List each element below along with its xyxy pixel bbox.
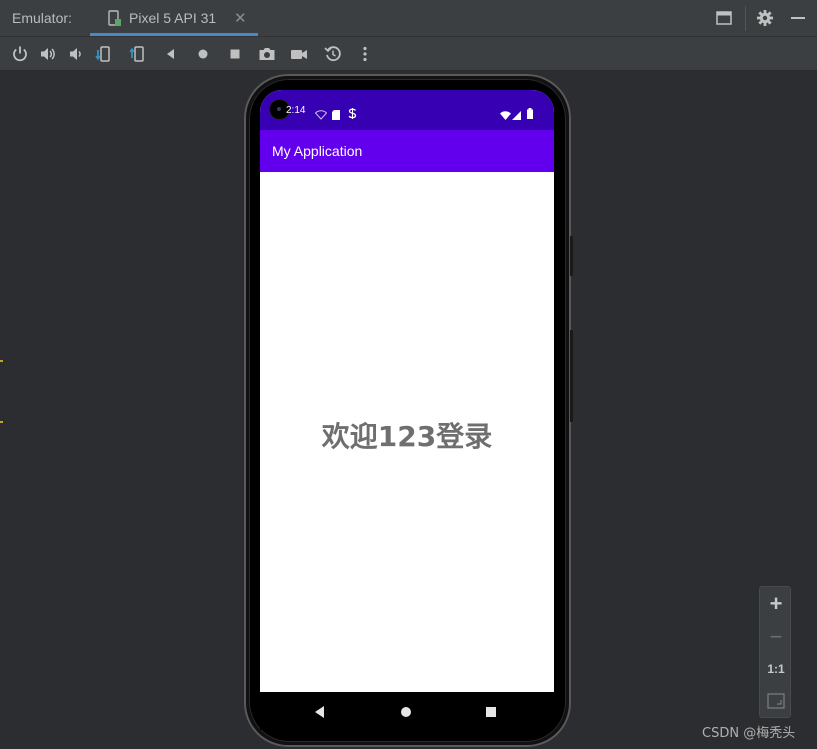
android-status-bar: 2:14 <box>260 90 554 130</box>
back-icon[interactable] <box>162 45 180 63</box>
emulator-title: Emulator: <box>12 10 72 26</box>
volume-down-icon[interactable] <box>67 45 85 63</box>
actual-size-button[interactable]: 1:1 <box>760 662 792 676</box>
active-tab-indicator <box>90 33 258 36</box>
app-bar: My Application <box>260 130 554 172</box>
power-icon[interactable] <box>11 45 29 63</box>
wifi-icon <box>500 105 511 124</box>
battery-icon <box>527 104 533 123</box>
snapshot-icon[interactable] <box>324 45 342 63</box>
gutter-mark <box>0 360 3 362</box>
screenshot-icon[interactable] <box>258 45 276 63</box>
close-icon[interactable]: ✕ <box>234 9 247 27</box>
watermark: CSDN @梅秃头 <box>702 726 796 741</box>
wifi-off-icon <box>314 105 328 124</box>
gear-icon[interactable] <box>756 9 774 27</box>
app-content: 欢迎123登录 <box>260 172 554 692</box>
emulator-toolbar <box>0 37 817 71</box>
status-time: 2:14 <box>286 105 306 116</box>
fit-to-window-icon[interactable] <box>767 693 785 713</box>
emulator-tab-bar: Emulator: Pixel 5 API 31 ✕ <box>0 0 817 37</box>
gutter-mark <box>0 421 3 423</box>
rotate-right-icon[interactable] <box>129 45 147 63</box>
minimize-icon[interactable] <box>789 9 807 27</box>
screen-record-icon[interactable] <box>290 45 308 63</box>
tab-label: Pixel 5 API 31 <box>129 10 217 26</box>
rotate-left-icon[interactable] <box>95 45 113 63</box>
sd-card-icon <box>332 105 341 124</box>
volume-up-icon[interactable] <box>39 45 57 63</box>
device-icon <box>108 10 122 27</box>
home-icon[interactable] <box>194 45 212 63</box>
device-screen[interactable]: 2:14 My Application 欢迎123登录 <box>260 90 554 692</box>
zoom-in-button[interactable]: + <box>760 591 792 617</box>
signal-icon <box>512 105 521 124</box>
more-icon[interactable] <box>356 45 374 63</box>
nav-overview-icon[interactable] <box>484 704 498 718</box>
overview-icon[interactable] <box>226 45 244 63</box>
welcome-text: 欢迎123登录 <box>321 420 493 453</box>
toolbar-separator <box>745 6 746 31</box>
window-layout-icon[interactable] <box>715 9 733 27</box>
zoom-out-button[interactable]: − <box>760 624 792 650</box>
device-volume-button[interactable] <box>570 236 573 276</box>
tab-pixel-5-api-31[interactable]: Pixel 5 API 31 ✕ <box>90 0 258 37</box>
android-navigation-bar <box>260 692 554 730</box>
nav-back-icon[interactable] <box>313 704 327 718</box>
device-power-button[interactable] <box>570 330 573 422</box>
zoom-controls: + − 1:1 <box>759 586 791 718</box>
nav-home-icon[interactable] <box>399 704 413 718</box>
notification-s-icon <box>348 104 357 123</box>
app-title: My Application <box>272 143 363 159</box>
